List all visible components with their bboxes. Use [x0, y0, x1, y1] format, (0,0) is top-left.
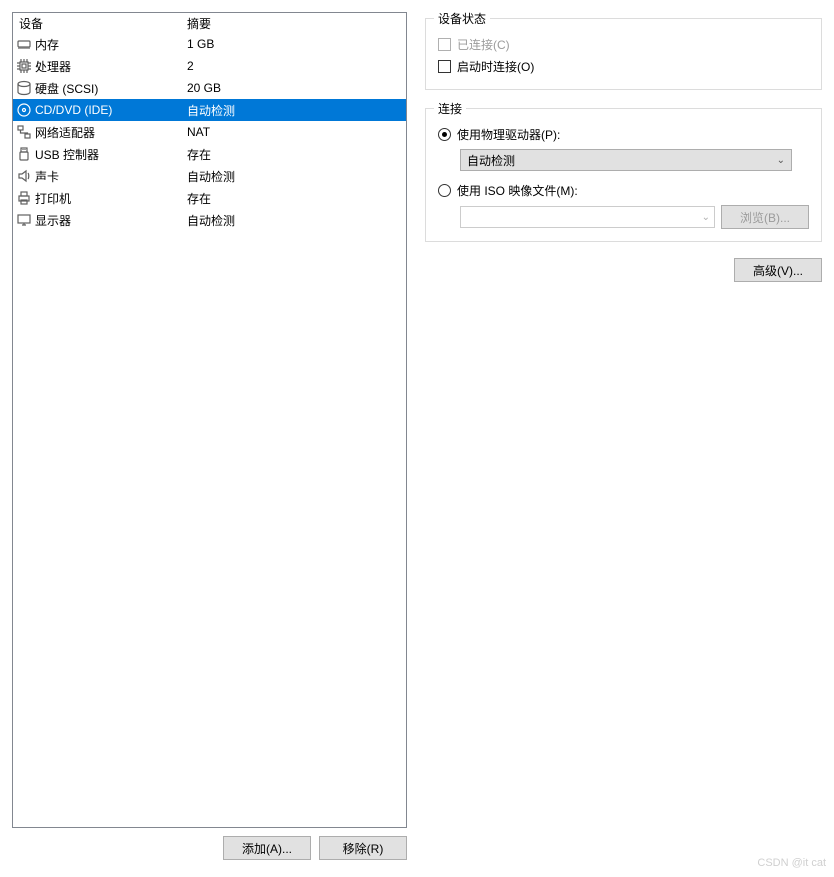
connection-group: 连接 使用物理驱动器(P): 自动检测 ⌄ 使用 ISO 映像文件(M): ⌄ … — [425, 108, 822, 242]
printer-icon — [13, 190, 33, 206]
device-name: 硬盘 (SCSI) — [33, 80, 185, 97]
device-name: 声卡 — [33, 168, 185, 185]
device-summary: 2 — [185, 59, 406, 73]
device-name: 显示器 — [33, 212, 185, 229]
device-summary: 自动检测 — [185, 102, 406, 119]
checkbox-icon — [438, 38, 451, 51]
connect-at-start-checkbox[interactable]: 启动时连接(O) — [438, 55, 809, 77]
network-icon — [13, 124, 33, 140]
device-row[interactable]: 打印机存在 — [13, 187, 406, 209]
remove-button[interactable]: 移除(R) — [319, 836, 407, 860]
device-list[interactable]: 设备 摘要 内存1 GB处理器2硬盘 (SCSI)20 GBCD/DVD (ID… — [12, 12, 407, 828]
disk-icon — [13, 80, 33, 96]
device-summary: 存在 — [185, 190, 406, 207]
cpu-icon — [13, 58, 33, 74]
device-name: 打印机 — [33, 190, 185, 207]
device-name: 内存 — [33, 36, 185, 53]
header-device: 设备 — [13, 15, 185, 32]
device-summary: 自动检测 — [185, 168, 406, 185]
device-name: CD/DVD (IDE) — [33, 103, 185, 117]
use-physical-drive-radio[interactable]: 使用物理驱动器(P): — [438, 123, 809, 145]
device-row[interactable]: CD/DVD (IDE)自动检测 — [13, 99, 406, 121]
device-row[interactable]: 声卡自动检测 — [13, 165, 406, 187]
cd-icon — [13, 102, 33, 118]
physical-drive-select[interactable]: 自动检测 ⌄ — [460, 149, 792, 171]
device-list-header: 设备 摘要 — [13, 13, 406, 33]
browse-button: 浏览(B)... — [721, 205, 809, 229]
device-row[interactable]: 处理器2 — [13, 55, 406, 77]
watermark: CSDN @it cat — [757, 857, 826, 869]
checkbox-icon — [438, 60, 451, 73]
device-summary: 20 GB — [185, 81, 406, 95]
sound-icon — [13, 168, 33, 184]
device-row[interactable]: USB 控制器存在 — [13, 143, 406, 165]
device-summary: 1 GB — [185, 37, 406, 51]
iso-path-select: ⌄ — [460, 206, 715, 228]
device-row[interactable]: 网络适配器NAT — [13, 121, 406, 143]
usb-icon — [13, 146, 33, 162]
device-status-group: 设备状态 已连接(C) 启动时连接(O) — [425, 18, 822, 90]
device-name: USB 控制器 — [33, 146, 185, 163]
physical-drive-value: 自动检测 — [467, 152, 515, 169]
device-name: 网络适配器 — [33, 124, 185, 141]
chevron-down-icon: ⌄ — [702, 212, 710, 223]
connected-label: 已连接(C) — [457, 36, 510, 53]
device-summary: 自动检测 — [185, 212, 406, 229]
display-icon — [13, 212, 33, 228]
device-row[interactable]: 显示器自动检测 — [13, 209, 406, 231]
device-summary: 存在 — [185, 146, 406, 163]
device-row[interactable]: 硬盘 (SCSI)20 GB — [13, 77, 406, 99]
connection-legend: 连接 — [434, 100, 466, 117]
use-physical-drive-label: 使用物理驱动器(P): — [457, 126, 560, 143]
device-name: 处理器 — [33, 58, 185, 75]
connect-at-start-label: 启动时连接(O) — [457, 58, 534, 75]
use-iso-radio[interactable]: 使用 ISO 映像文件(M): — [438, 179, 809, 201]
advanced-button[interactable]: 高级(V)... — [734, 258, 822, 282]
chevron-down-icon: ⌄ — [777, 155, 785, 166]
header-summary: 摘要 — [185, 15, 406, 32]
radio-icon — [438, 184, 451, 197]
connected-checkbox: 已连接(C) — [438, 33, 809, 55]
add-button[interactable]: 添加(A)... — [223, 836, 311, 860]
memory-icon — [13, 36, 33, 52]
device-row[interactable]: 内存1 GB — [13, 33, 406, 55]
device-summary: NAT — [185, 125, 406, 139]
device-status-legend: 设备状态 — [434, 10, 490, 27]
radio-icon — [438, 128, 451, 141]
use-iso-label: 使用 ISO 映像文件(M): — [457, 182, 578, 199]
